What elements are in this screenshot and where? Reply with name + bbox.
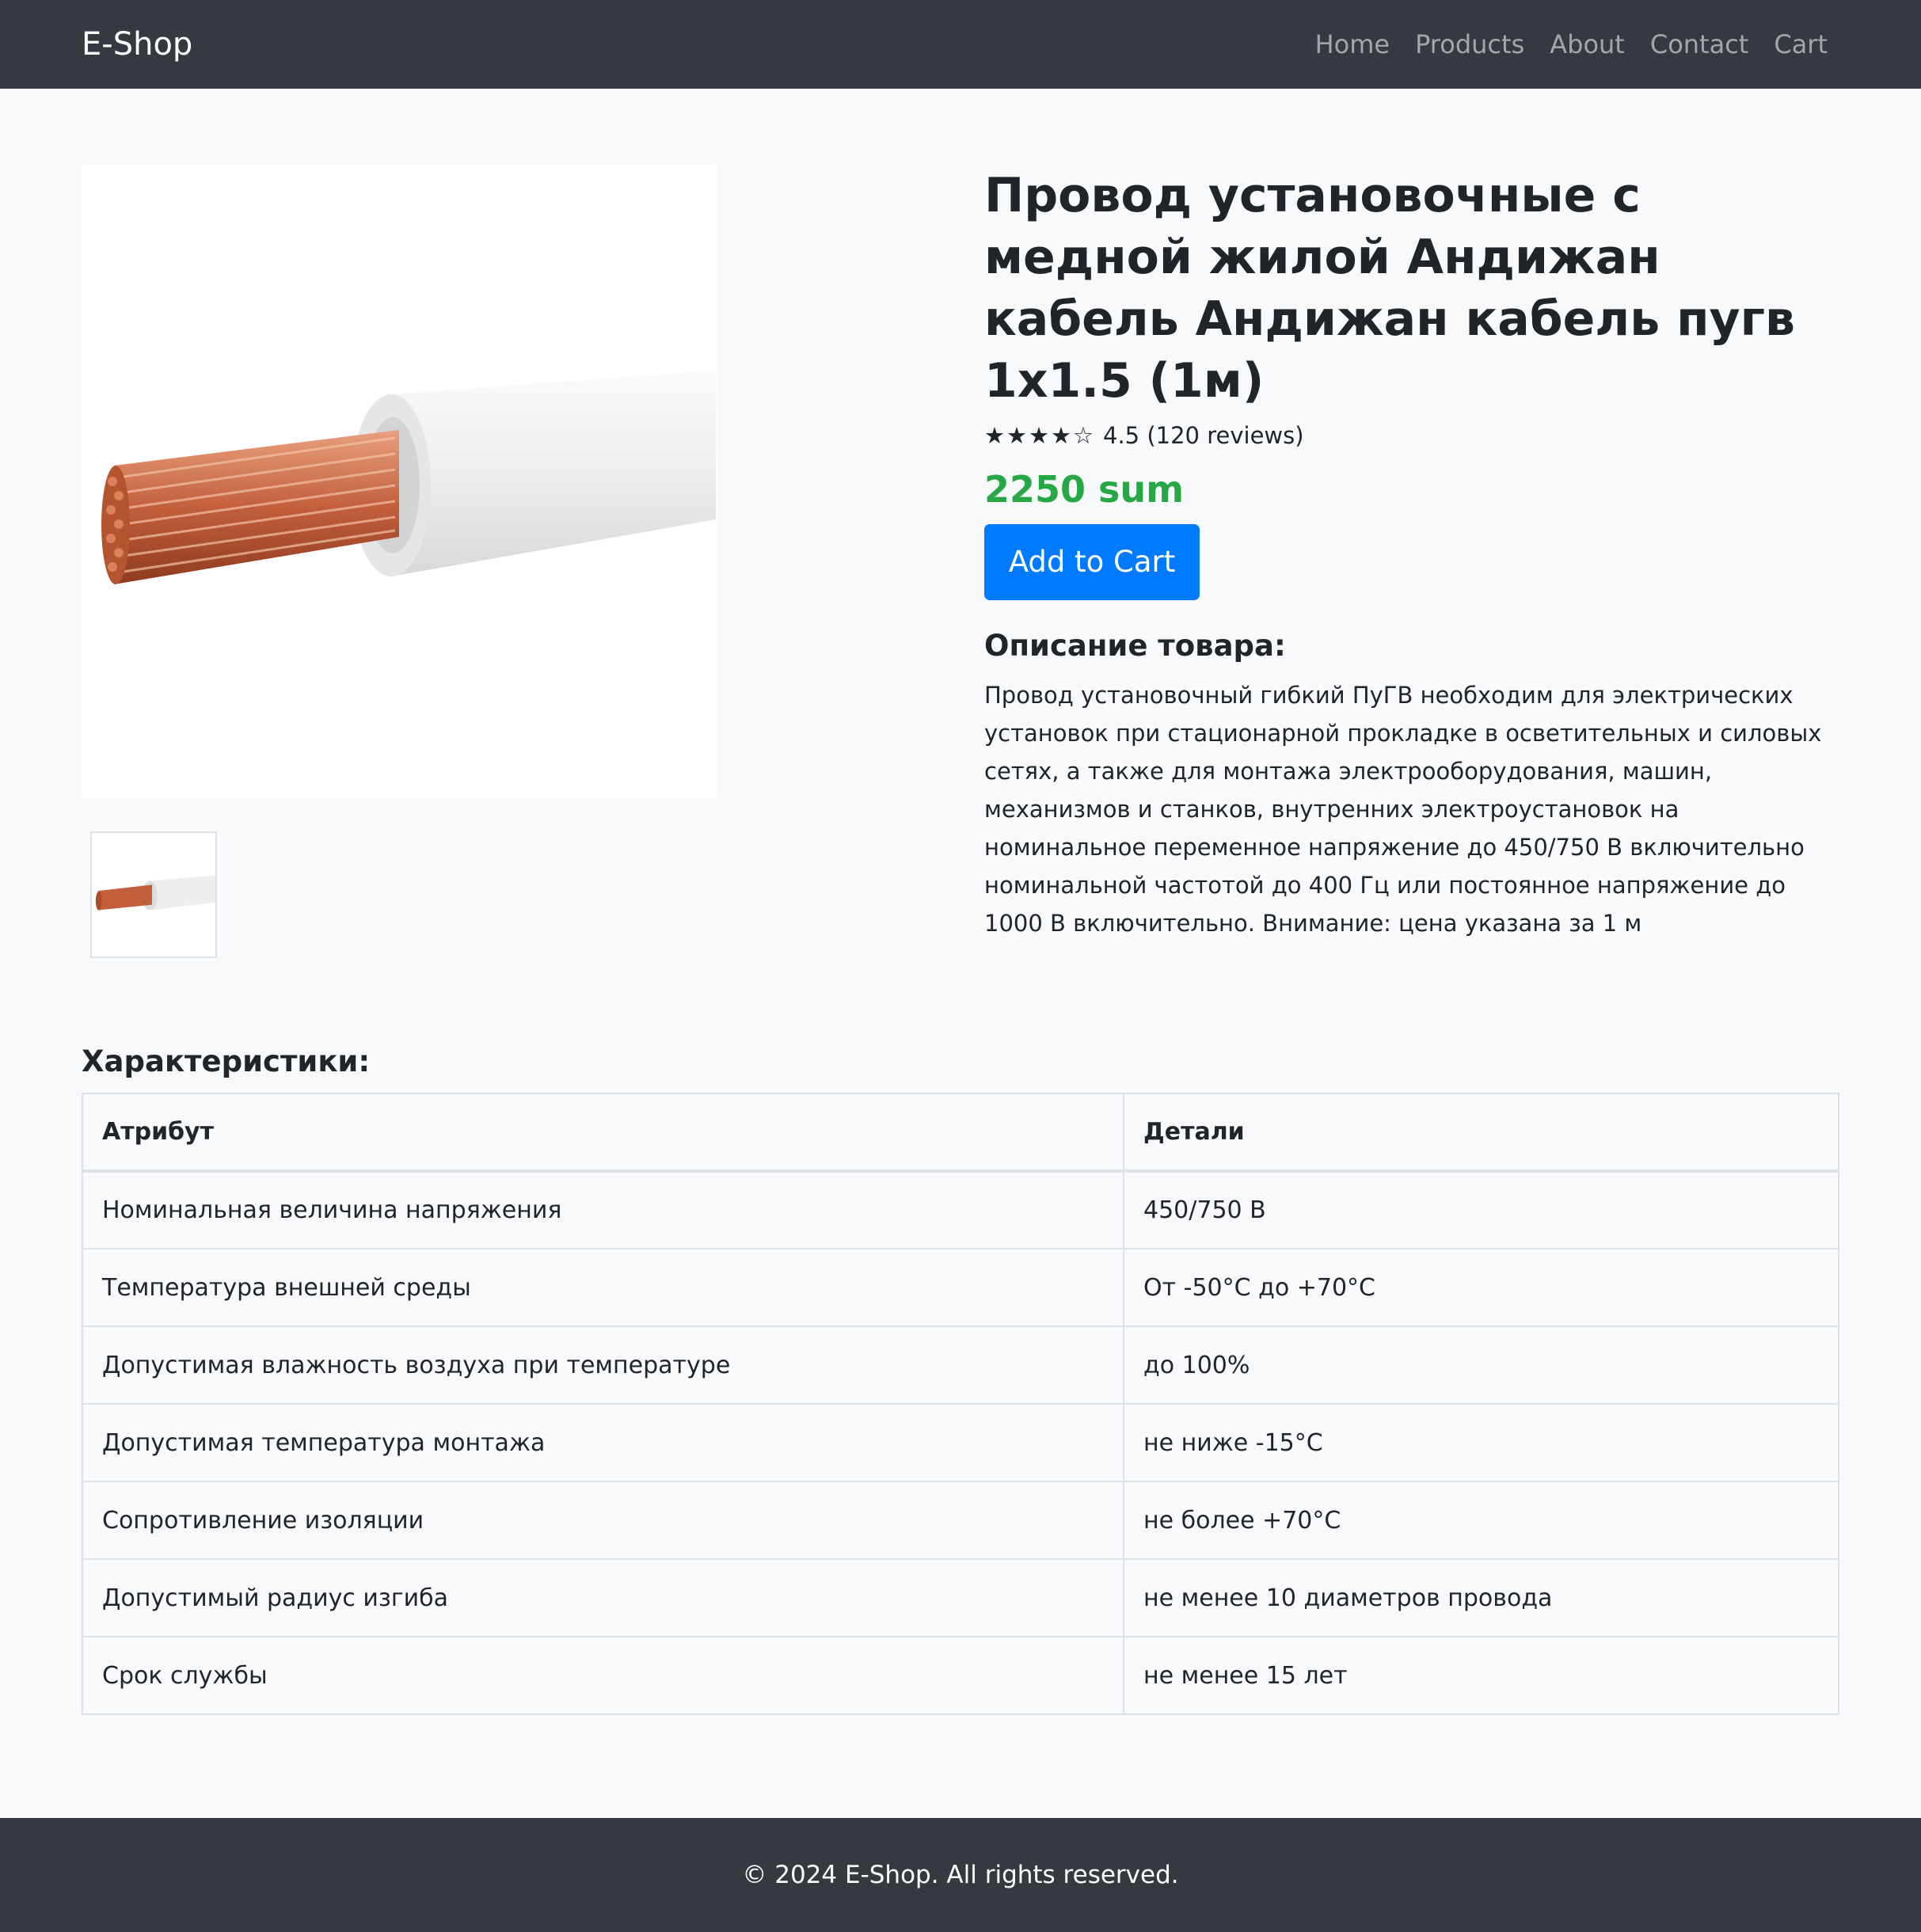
- spec-value: не более +70°С: [1123, 1481, 1839, 1560]
- spec-value: 450/750 В: [1123, 1170, 1839, 1249]
- footer: © 2024 E-Shop. All rights reserved.: [0, 1818, 1921, 1932]
- product-thumbnail[interactable]: [90, 831, 217, 958]
- nav-link-home[interactable]: Home: [1315, 22, 1390, 67]
- rating-text: 4.5 (120 reviews): [1103, 422, 1304, 449]
- header-attribute: Атрибут: [82, 1093, 1124, 1173]
- spec-value: не менее 15 лет: [1123, 1636, 1839, 1715]
- spec-value: не менее 10 диаметров провода: [1123, 1558, 1839, 1637]
- spec-value: до 100%: [1123, 1325, 1839, 1405]
- table-row: Допустимая влажность воздуха при темпера…: [82, 1325, 1839, 1405]
- specs-table: Атрибут Детали Номинальная величина напр…: [82, 1093, 1839, 1715]
- product-rating: ★★★★☆ 4.5 (120 reviews): [984, 420, 1839, 451]
- description-title: Описание товара:: [984, 629, 1286, 663]
- footer-copyright: © 2024 E-Shop. All rights reserved.: [742, 1861, 1179, 1889]
- copper-wire-cable-image: [101, 371, 716, 584]
- nav-links: Home Products About Contact Cart: [1315, 22, 1828, 67]
- header-details: Детали: [1123, 1093, 1839, 1173]
- nav-link-products[interactable]: Products: [1415, 22, 1524, 67]
- table-row: Температура внешней среды От -50°С до +7…: [82, 1248, 1839, 1327]
- navbar: E-Shop Home Products About Contact Cart: [0, 0, 1921, 89]
- rating-stars-icon: ★★★★☆: [984, 422, 1095, 449]
- product-info: Провод установочные с медной жилой Андиж…: [984, 165, 1839, 942]
- nav-link-cart[interactable]: Cart: [1774, 22, 1828, 67]
- spec-attribute: Допустимая влажность воздуха при темпера…: [82, 1325, 1124, 1405]
- table-row: Сопротивление изоляции не более +70°С: [82, 1481, 1839, 1560]
- product-price: 2250 sum: [984, 468, 1185, 511]
- table-row: Допустимый радиус изгиба не менее 10 диа…: [82, 1558, 1839, 1637]
- spec-attribute: Допустимый радиус изгиба: [82, 1558, 1124, 1637]
- product-title: Провод установочные с медной жилой Андиж…: [984, 168, 1795, 409]
- brand-logo[interactable]: E-Shop: [82, 22, 192, 67]
- copper-wire-cable-thumbnail-icon: [95, 875, 215, 911]
- spec-attribute: Срок службы: [82, 1636, 1124, 1715]
- spec-attribute: Допустимая температура монтажа: [82, 1403, 1124, 1482]
- table-row: Допустимая температура монтажа не ниже -…: [82, 1403, 1839, 1482]
- spec-value: не ниже -15°С: [1123, 1403, 1839, 1482]
- spec-attribute: Сопротивление изоляции: [82, 1481, 1124, 1560]
- product-main-image: [82, 165, 717, 798]
- table-row: Номинальная величина напряжения 450/750 …: [82, 1170, 1839, 1249]
- specs-title: Характеристики:: [82, 1044, 371, 1078]
- table-header-row: Атрибут Детали: [82, 1093, 1839, 1173]
- spec-attribute: Температура внешней среды: [82, 1248, 1124, 1327]
- add-to-cart-button[interactable]: Add to Cart: [984, 524, 1200, 600]
- spec-attribute: Номинальная величина напряжения: [82, 1170, 1124, 1249]
- description-text: Провод установочный гибкий ПуГВ необходи…: [984, 682, 1822, 937]
- nav-link-contact[interactable]: Contact: [1650, 22, 1749, 67]
- nav-link-about[interactable]: About: [1550, 22, 1625, 67]
- table-row: Срок службы не менее 15 лет: [82, 1636, 1839, 1715]
- spec-value: От -50°С до +70°С: [1123, 1248, 1839, 1327]
